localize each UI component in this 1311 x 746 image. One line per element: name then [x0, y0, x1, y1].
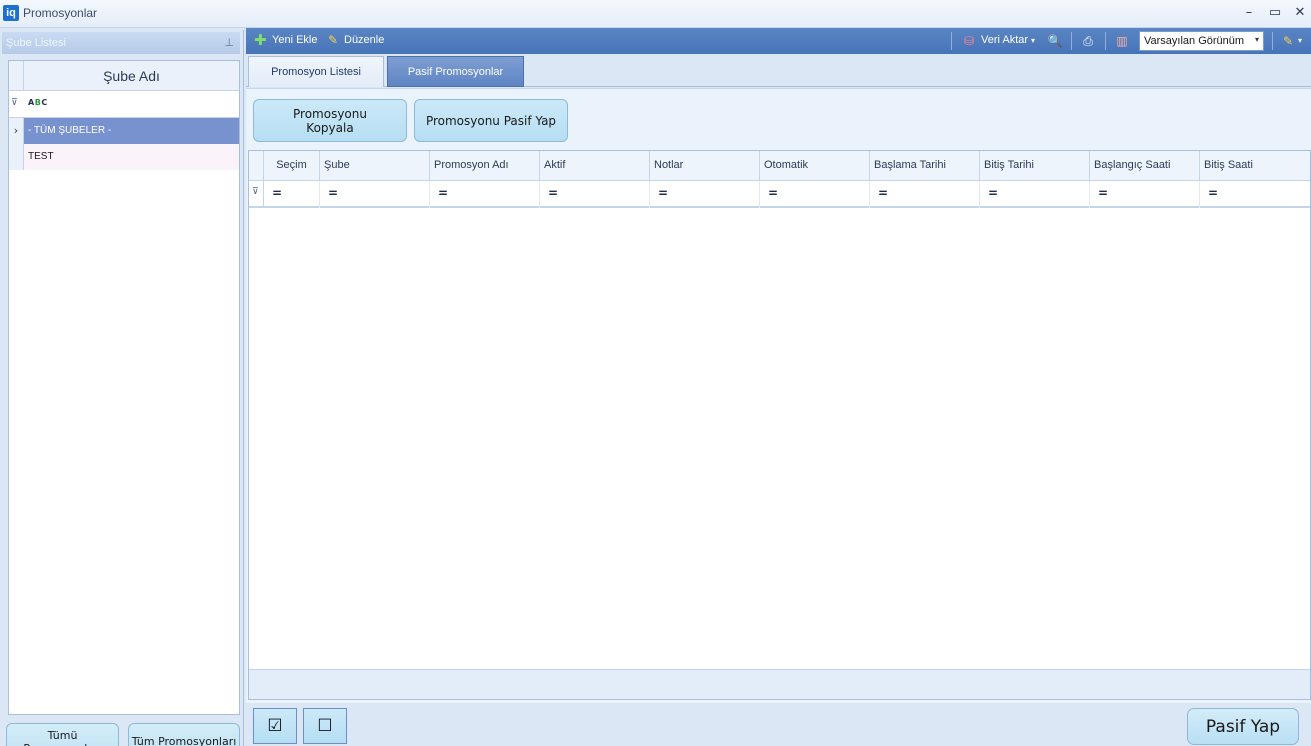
tab-promotion-list[interactable]: Promosyon Listesi	[248, 56, 384, 87]
all-promotions-passive-button[interactable]: Tümü Promosyonları Pasif Yap	[6, 723, 119, 746]
filter-cell-notes[interactable]: =	[650, 181, 760, 208]
export-caret-icon[interactable]: ▾	[1031, 36, 1035, 45]
pin-icon[interactable]: ⊥	[224, 36, 234, 49]
branch-filter-row[interactable]: ⊽ ABC	[9, 91, 239, 118]
filter-cell-selection[interactable]: =	[264, 181, 320, 208]
filter-cell-automatic[interactable]: =	[760, 181, 870, 208]
view-select-value: Varsayılan Görünüm	[1144, 35, 1245, 47]
title-bar: iq Promosyonlar – ▭ ✕	[0, 0, 1311, 28]
column-header-branch[interactable]: Şube	[320, 151, 430, 181]
branch-grid: Şube Adı ⊽ ABC › - TÜM ŞUBELER - TEST	[8, 60, 240, 715]
column-header-promotion-name[interactable]: Promosyon Adı	[430, 151, 540, 181]
equals-operator-icon: =	[328, 186, 339, 200]
deactivate-promotion-button[interactable]: Promosyonu Pasif Yap	[414, 99, 568, 142]
row-pointer-icon: ›	[9, 118, 24, 144]
branch-panel-title: Şube Listesi	[6, 37, 66, 49]
branch-panel: Şube Listesi ⊥ Şube Adı ⊽ ABC › - TÜM ŞU…	[0, 30, 244, 746]
promotion-grid: Seçim Şube Promosyon Adı Aktif Notlar Ot…	[248, 150, 1311, 700]
filter-icon: ⊽	[11, 98, 18, 108]
toolbar-divider	[1272, 32, 1273, 50]
checkbox-checked-icon: ☑	[267, 716, 283, 736]
filter-cell-branch[interactable]: =	[320, 181, 430, 208]
list-item-all-branches[interactable]: › - TÜM ŞUBELER -	[9, 118, 239, 144]
row-cell	[24, 144, 239, 170]
edit-icon[interactable]: ✎	[328, 33, 338, 47]
column-header-selection[interactable]: Seçim	[264, 151, 320, 181]
tab-bar: Promosyon Listesi Pasif Promosyonlar	[246, 54, 1311, 87]
new-button[interactable]: Yeni Ekle	[272, 34, 317, 46]
uncheck-all-button[interactable]: ☐	[303, 708, 347, 744]
checkbox-empty-icon: ☐	[317, 716, 333, 736]
minimize-icon[interactable]: –	[1238, 4, 1260, 22]
toolbar-divider	[951, 32, 952, 50]
column-header-end-date[interactable]: Bitiş Tarihi	[980, 151, 1090, 181]
make-passive-button[interactable]: Pasif Yap	[1187, 708, 1299, 745]
chevron-down-icon: ▾	[1254, 35, 1259, 44]
row-indicator-header	[249, 151, 264, 181]
toolbar-divider	[1071, 32, 1072, 50]
column-header-automatic[interactable]: Otomatik	[760, 151, 870, 181]
column-header-active[interactable]: Aktif	[540, 151, 650, 181]
export-icon[interactable]: ⛁	[961, 33, 977, 49]
equals-operator-icon: =	[272, 186, 283, 200]
column-header-end-time[interactable]: Bitiş Saati	[1200, 151, 1310, 181]
filter-cell-start-time[interactable]: =	[1090, 181, 1200, 208]
layout-icon[interactable]: ▥	[1114, 33, 1130, 49]
toolbar: ✚ Yeni Ekle ✎ Düzenle ⛁ Veri Aktar ▾ 🔍 ⎙…	[246, 28, 1311, 54]
app-logo-icon: iq	[3, 5, 19, 21]
filter-cell-start-date[interactable]: =	[870, 181, 980, 208]
maximize-icon[interactable]: ▭	[1264, 4, 1286, 22]
check-all-button[interactable]: ☑	[253, 708, 297, 744]
add-icon[interactable]: ✚	[254, 33, 268, 48]
equals-operator-icon: =	[878, 186, 889, 200]
export-button[interactable]: Veri Aktar	[981, 34, 1028, 46]
equals-operator-icon: =	[438, 186, 449, 200]
filter-cell-active[interactable]: =	[540, 181, 650, 208]
print-icon[interactable]: ⎙	[1080, 33, 1096, 49]
filter-cell-end-date[interactable]: =	[980, 181, 1090, 208]
all-promotions-active-button[interactable]: Tüm Promosyonları Aktif Yap	[128, 723, 240, 746]
bottom-bar: ☑ ☐ Pasif Yap	[246, 703, 1311, 746]
equals-operator-icon: =	[1098, 186, 1109, 200]
view-select[interactable]: Varsayılan Görünüm ▾	[1139, 31, 1264, 51]
text-filter-abc-icon: ABC	[28, 98, 48, 107]
column-header-start-date[interactable]: Başlama Tarihi	[870, 151, 980, 181]
branch-name-column-header[interactable]: Şube Adı	[24, 61, 239, 91]
filter-icon: ⊽	[252, 187, 259, 197]
row-indicator-header	[9, 61, 24, 91]
copy-promotion-button[interactable]: Promosyonu Kopyala	[253, 99, 407, 142]
window-title: Promosyonlar	[23, 6, 98, 20]
branch-label: - TÜM ŞUBELER -	[28, 125, 112, 136]
branch-label: TEST	[28, 151, 54, 162]
column-header-start-time[interactable]: Başlangıç Saati	[1090, 151, 1200, 181]
equals-operator-icon: =	[1208, 186, 1219, 200]
equals-operator-icon: =	[548, 186, 559, 200]
list-item-test[interactable]: TEST	[9, 144, 239, 170]
grid-header-row: Seçim Şube Promosyon Adı Aktif Notlar Ot…	[249, 151, 1310, 181]
equals-operator-icon: =	[768, 186, 779, 200]
grid-footer	[249, 669, 1310, 699]
edit-button[interactable]: Düzenle	[344, 34, 384, 46]
filter-cell-end-time[interactable]: =	[1200, 181, 1310, 208]
customize-icon[interactable]: ✎	[1280, 33, 1296, 49]
toolbar-divider	[1105, 32, 1106, 50]
row-indicator	[9, 144, 24, 170]
close-icon[interactable]: ✕	[1289, 4, 1311, 22]
customize-caret-icon[interactable]: ▾	[1298, 36, 1302, 45]
filter-cell-promotion-name[interactable]: =	[430, 181, 540, 208]
column-header-notes[interactable]: Notlar	[650, 151, 760, 181]
equals-operator-icon: =	[658, 186, 669, 200]
tab-passive-promotions[interactable]: Pasif Promosyonlar	[387, 56, 524, 87]
grid-filter-row: ⊽ = = = = = = = = = =	[249, 181, 1310, 208]
filter-row-indicator: ⊽	[249, 181, 264, 208]
equals-operator-icon: =	[988, 186, 999, 200]
branch-panel-header: Şube Listesi ⊥	[2, 32, 240, 54]
preview-icon[interactable]: 🔍	[1047, 33, 1063, 49]
